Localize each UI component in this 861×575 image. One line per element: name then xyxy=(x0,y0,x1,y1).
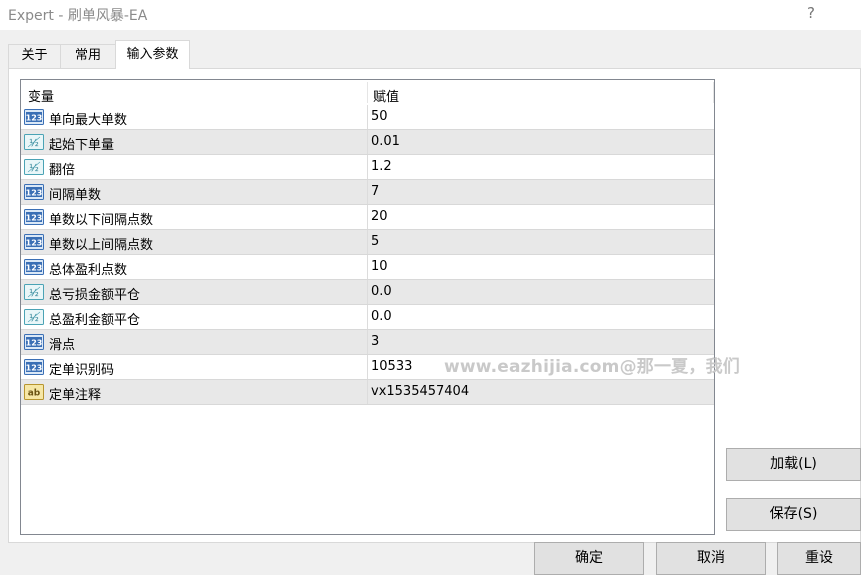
int-icon: 123 xyxy=(24,259,44,275)
int-icon: 123 xyxy=(24,359,44,375)
param-value[interactable]: 50 xyxy=(371,109,388,124)
column-divider xyxy=(367,255,368,279)
svg-text:ab: ab xyxy=(28,389,41,399)
param-name: 单数以上间隔点数 xyxy=(49,238,154,253)
help-button[interactable]: ? xyxy=(807,4,815,22)
double-icon: ½ xyxy=(24,284,44,300)
column-divider xyxy=(367,180,368,204)
ok-button[interactable]: 确定 xyxy=(534,542,644,575)
int-icon: 123 xyxy=(24,234,44,250)
param-value[interactable]: 5 xyxy=(371,234,379,249)
param-value[interactable]: 3 xyxy=(371,334,379,349)
param-name: 滑点 xyxy=(49,338,76,353)
header-value[interactable]: 赋值 xyxy=(373,86,399,105)
param-name: 间隔单数 xyxy=(49,188,102,203)
reset-button[interactable]: 重设 xyxy=(777,542,861,575)
window-title: Expert - 刷单风暴-EA xyxy=(8,8,148,24)
watermark: www.eazhijia.com@那一夏，我们 xyxy=(444,357,740,377)
column-divider xyxy=(367,105,368,129)
tab-inputs[interactable]: 输入参数 xyxy=(115,40,190,69)
load-button[interactable]: 加载(L) xyxy=(726,448,861,481)
column-divider xyxy=(367,355,368,379)
column-divider xyxy=(367,205,368,229)
param-row[interactable]: 123 总体盈利点数 10 xyxy=(21,255,714,280)
column-divider xyxy=(367,280,368,304)
int-icon: 123 xyxy=(24,184,44,200)
parameters-grid: 变量 赋值 123 单向最大单数 50 ½ 起始下单量 0.01 ½ 翻倍 1.2 123 间隔单数… xyxy=(20,79,715,535)
param-row[interactable]: ½ 起始下单量 0.01 xyxy=(21,130,714,155)
param-row[interactable]: ½ 总亏损金额平仓 0.0 xyxy=(21,280,714,305)
param-value[interactable]: 7 xyxy=(371,184,379,199)
param-row[interactable]: 123 间隔单数 7 xyxy=(21,180,714,205)
double-icon: ½ xyxy=(24,309,44,325)
param-name: 起始下单量 xyxy=(49,138,115,153)
string-icon: ab xyxy=(24,384,44,400)
param-value[interactable]: 20 xyxy=(371,209,388,224)
int-icon: 123 xyxy=(24,109,44,125)
param-value[interactable]: 10 xyxy=(371,259,388,274)
header-divider[interactable] xyxy=(367,82,368,103)
svg-text:123: 123 xyxy=(26,364,43,373)
header-divider[interactable] xyxy=(713,82,714,103)
param-row[interactable]: ab 定单注释 vx1535457404 xyxy=(21,380,714,405)
param-value[interactable]: 0.01 xyxy=(371,134,400,149)
param-row[interactable]: 123 单数以下间隔点数 20 xyxy=(21,205,714,230)
column-divider xyxy=(367,130,368,154)
svg-text:123: 123 xyxy=(26,214,43,223)
int-icon: 123 xyxy=(24,209,44,225)
svg-text:123: 123 xyxy=(26,239,43,248)
param-name: 单数以下间隔点数 xyxy=(49,213,154,228)
column-divider xyxy=(367,305,368,329)
param-name: 总盈利金额平仓 xyxy=(49,313,141,328)
column-divider xyxy=(367,330,368,354)
param-name: 总体盈利点数 xyxy=(49,263,128,278)
param-value[interactable]: vx1535457404 xyxy=(371,384,469,399)
int-icon: 123 xyxy=(24,334,44,350)
param-row[interactable]: ½ 总盈利金额平仓 0.0 xyxy=(21,305,714,330)
param-value[interactable]: 0.0 xyxy=(371,309,392,324)
column-divider xyxy=(367,230,368,254)
param-name: 总亏损金额平仓 xyxy=(49,288,141,303)
param-row[interactable]: 123 单数以上间隔点数 5 xyxy=(21,230,714,255)
param-row[interactable]: ½ 翻倍 1.2 xyxy=(21,155,714,180)
param-name: 单向最大单数 xyxy=(49,113,128,128)
tab-about[interactable]: 关于 xyxy=(8,44,61,68)
param-value[interactable]: 0.0 xyxy=(371,284,392,299)
param-name: 翻倍 xyxy=(49,163,76,178)
param-value[interactable]: 10533 xyxy=(371,359,412,374)
column-divider xyxy=(367,380,368,404)
cancel-button[interactable]: 取消 xyxy=(656,542,766,575)
param-value[interactable]: 1.2 xyxy=(371,159,392,174)
column-divider xyxy=(367,155,368,179)
param-name: 定单识别码 xyxy=(49,363,115,378)
svg-text:123: 123 xyxy=(26,189,43,198)
svg-text:123: 123 xyxy=(26,339,43,348)
title-bar: Expert - 刷单风暴-EA ? xyxy=(0,0,861,30)
tab-common[interactable]: 常用 xyxy=(60,44,116,68)
save-button[interactable]: 保存(S) xyxy=(726,498,861,531)
double-icon: ½ xyxy=(24,159,44,175)
double-icon: ½ xyxy=(24,134,44,150)
grid-header: 变量 赋值 xyxy=(21,80,714,105)
svg-text:123: 123 xyxy=(26,264,43,273)
param-row[interactable]: 123 单向最大单数 50 xyxy=(21,105,714,130)
header-variable[interactable]: 变量 xyxy=(28,86,54,105)
param-name: 定单注释 xyxy=(49,388,102,403)
svg-text:123: 123 xyxy=(26,114,43,123)
